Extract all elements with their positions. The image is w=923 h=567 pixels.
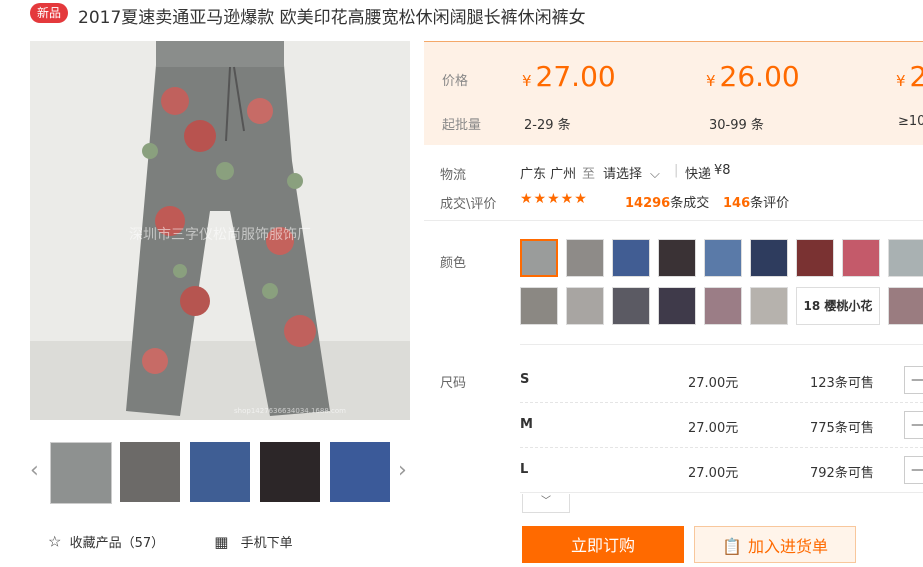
price-tier-3: ¥2	[896, 60, 923, 93]
color-swatch-11[interactable]	[566, 287, 604, 325]
color-swatch-15[interactable]	[750, 287, 788, 325]
price-label: 价格	[442, 74, 469, 89]
qrcode-icon[interactable]: ▦	[214, 533, 228, 551]
clipboard-icon: 📋	[722, 537, 742, 556]
color-swatch-2[interactable]	[566, 239, 604, 277]
color-swatch-17[interactable]	[888, 287, 923, 325]
thumbnail-1[interactable]	[50, 442, 112, 504]
size-stock: 775条可售	[810, 421, 874, 436]
color-swatch-8[interactable]	[842, 239, 880, 277]
thumbnail-2[interactable]	[120, 442, 180, 502]
size-row-m: M 27.00元 775条可售 —	[520, 403, 923, 448]
qty-tier-1: 2-29 条	[524, 118, 571, 133]
minus-button[interactable]: —	[904, 456, 923, 484]
color-swatch-4[interactable]	[658, 239, 696, 277]
size-name: S	[520, 372, 530, 387]
minus-button[interactable]: —	[904, 411, 923, 439]
moq-label: 起批量	[442, 118, 482, 133]
size-row-l: L 27.00元 792条可售 —	[520, 448, 923, 493]
size-stock: 792条可售	[810, 466, 874, 481]
express-label: 快递	[685, 167, 712, 182]
color-swatch-9[interactable]	[888, 239, 923, 277]
title-row: 新品 2017夏速卖通亚马逊爆款 欧美印花高腰宽松休闲阔腿长裤休闲裤女	[0, 0, 923, 30]
minus-button[interactable]: —	[904, 366, 923, 394]
chevron-down-icon: ⌵	[650, 167, 660, 182]
size-name: L	[520, 462, 529, 477]
size-label: 尺码	[440, 376, 467, 391]
star-outline-icon[interactable]: ☆	[48, 533, 61, 551]
size-price: 27.00元	[688, 376, 739, 391]
watermark: 深圳市三字仪松尚服饰服饰厂	[129, 226, 311, 243]
order-now-button[interactable]: 立即订购	[522, 526, 684, 563]
qty-tier-2: 30-99 条	[709, 118, 764, 133]
color-swatch-5[interactable]	[704, 239, 742, 277]
add-to-cart-button[interactable]: 📋 加入进货单	[694, 526, 856, 563]
add-to-cart-label: 加入进货单	[747, 537, 828, 556]
color-label: 颜色	[440, 256, 467, 271]
divider	[424, 220, 923, 221]
thumbnail-5[interactable]	[330, 442, 390, 502]
size-row-s: S 27.00元 123条可售 —	[520, 358, 923, 403]
color-swatch-13[interactable]	[658, 287, 696, 325]
size-price: 27.00元	[688, 466, 739, 481]
divider	[520, 344, 923, 345]
main-product-image[interactable]: 深圳市三字仪松尚服饰服饰厂 shop1427636634034.1688.com	[30, 41, 410, 420]
reviews-count[interactable]: 146条评价	[723, 192, 789, 211]
prev-arrow-icon[interactable]: ‹	[30, 458, 39, 483]
color-swatch-10[interactable]	[520, 287, 558, 325]
new-badge: 新品	[30, 3, 69, 23]
color-option-cherry[interactable]: 18 樱桃小花	[796, 287, 880, 325]
color-swatch-1[interactable]	[520, 239, 558, 277]
size-price: 27.00元	[688, 421, 739, 436]
secondary-actions: ☆ 收藏产品（57） ▦ 手机下单	[48, 532, 293, 552]
thumbnail-4[interactable]	[260, 442, 320, 502]
qty-tier-3: ≥100	[898, 114, 923, 129]
price-tier-2: ¥26.00	[706, 60, 800, 93]
price-tier-1: ¥27.00	[522, 60, 616, 93]
size-stock: 123条可售	[810, 376, 874, 391]
watermark-url: shop1427636634034.1688.com	[234, 407, 346, 415]
color-swatch-7[interactable]	[796, 239, 834, 277]
thumbnail-strip: ‹ ›	[30, 438, 420, 504]
destination-select[interactable]: 请选择 ⌵	[603, 163, 660, 182]
color-swatch-14[interactable]	[704, 287, 742, 325]
product-title: 2017夏速卖通亚马逊爆款 欧美印花高腰宽松休闲阔腿长裤休闲裤女	[78, 8, 586, 28]
logistics-label: 物流	[440, 168, 467, 183]
logistics-origin: 广东 广州	[520, 167, 577, 182]
deals-count[interactable]: 14296条成交	[625, 192, 709, 211]
separator: |	[674, 163, 679, 178]
shipping-fee: ¥8	[714, 163, 731, 178]
mobile-order-link[interactable]: 手机下单	[241, 536, 293, 551]
chevron-down-icon: ﹀	[541, 496, 551, 507]
expand-sizes-button[interactable]: ﹀	[522, 494, 570, 513]
price-panel: 价格 起批量 ¥27.00 2-29 条 ¥26.00 30-99 条 ¥2 ≥…	[424, 41, 923, 145]
rating-stars: ★★★★★	[520, 191, 588, 207]
pants-photo: 深圳市三字仪松尚服饰服饰厂 shop1427636634034.1688.com	[30, 41, 410, 420]
favorite-link[interactable]: 收藏产品（57）	[70, 536, 165, 551]
thumbnail-3[interactable]	[190, 442, 250, 502]
color-swatch-3[interactable]	[612, 239, 650, 277]
color-swatch-12[interactable]	[612, 287, 650, 325]
color-swatch-6[interactable]	[750, 239, 788, 277]
logistics-to: 至	[582, 167, 596, 182]
next-arrow-icon[interactable]: ›	[398, 458, 407, 483]
deals-label: 成交\评价	[440, 197, 497, 212]
size-name: M	[520, 417, 533, 432]
